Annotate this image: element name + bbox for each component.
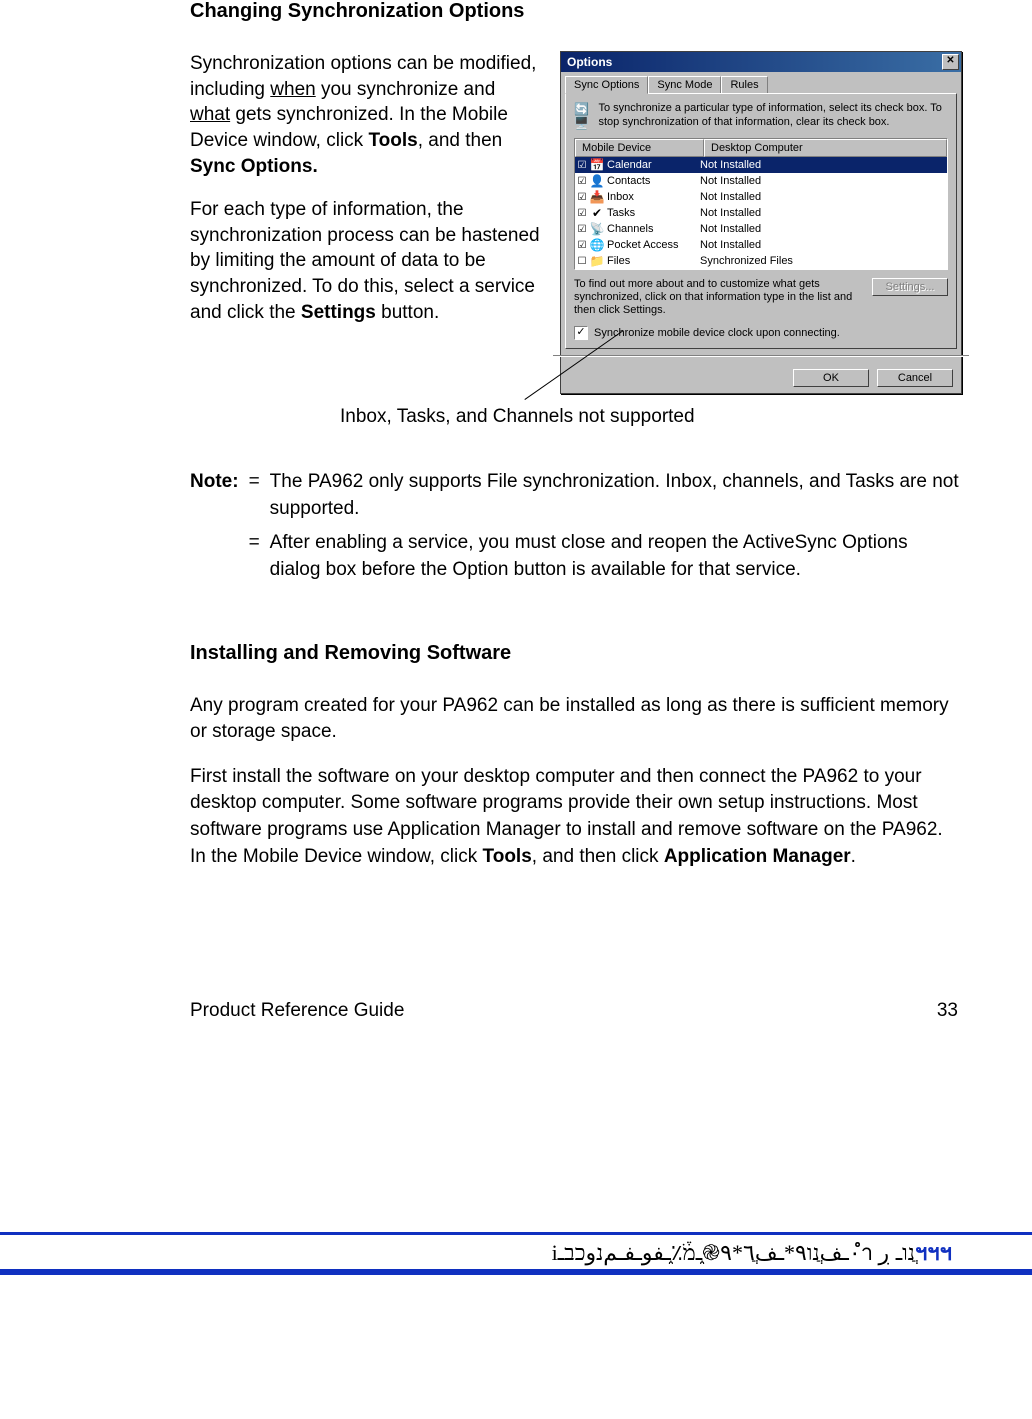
table-row[interactable]: ☑📡ChannelsNot Installed [575, 221, 947, 237]
row-device-label: Channels [605, 223, 692, 235]
note-item: After enabling a service, you must close… [270, 530, 962, 583]
text-tools: Tools [483, 846, 532, 867]
customize-help-text: To find out more about and to customize … [574, 278, 864, 318]
table-row[interactable]: ☑👤ContactsNot Installed [575, 173, 947, 189]
row-device-label: Tasks [605, 207, 692, 219]
settings-button[interactable]: Settings... [872, 278, 948, 296]
note-item: The PA962 only supports File synchroniza… [270, 469, 962, 522]
page-number: 33 [937, 1000, 958, 1022]
tab-sync-options[interactable]: Sync Options [565, 76, 648, 94]
tab-rules[interactable]: Rules [721, 76, 767, 93]
install-paragraph-1: Any program created for your PA962 can b… [190, 693, 962, 746]
row-status: Not Installed [692, 159, 947, 171]
row-icon: 📥 [589, 190, 605, 204]
divider [553, 355, 969, 357]
titlebar: Options ✕ [561, 52, 961, 72]
row-status: Not Installed [692, 191, 947, 203]
note-label: Note: [190, 469, 239, 591]
row-icon: 📡 [589, 222, 605, 236]
text: , and then [418, 130, 503, 151]
tab-panel-sync-options: 🔄🖥️ To synchronize a particular type of … [565, 93, 957, 349]
row-checkbox[interactable]: ☑ [575, 208, 589, 219]
row-status: Synchronized Files [692, 255, 947, 267]
row-icon: 🌐 [589, 238, 605, 252]
table-row[interactable]: ☑✔TasksNot Installed [575, 205, 947, 221]
text-app-manager: Application Manager [664, 846, 851, 867]
row-device-label: Contacts [605, 175, 692, 187]
info-text: To synchronize a particular type of info… [598, 102, 948, 130]
text: button. [376, 302, 439, 323]
text-sync-options: Sync Options. [190, 156, 318, 177]
row-checkbox[interactable]: ☑ [575, 224, 589, 235]
text: you synchronize and [316, 79, 496, 100]
table-row[interactable]: ☑🌐Pocket AccessNot Installed [575, 237, 947, 253]
pdf-footer-artifact: ฯฯฯ ֲנוـ ڔ ٠ำـفֲנו٩*ـفֲ٦*٩֎֑ـמֹ֒٪֑ـفوـفـ… [0, 1232, 1032, 1275]
row-status: Not Installed [692, 223, 947, 235]
note-block: Note: =The PA962 only supports File sync… [190, 469, 962, 591]
text-tools: Tools [368, 130, 417, 151]
intro-text: Synchronization options can be modified,… [190, 51, 540, 343]
row-device-label: Calendar [605, 159, 692, 171]
row-icon: ✔ [589, 206, 605, 220]
note-bullet: = [249, 469, 260, 522]
text-when: when [270, 79, 315, 100]
footer-title: Product Reference Guide [190, 1000, 404, 1022]
tab-sync-mode[interactable]: Sync Mode [648, 76, 721, 93]
row-icon: 👤 [589, 174, 605, 188]
dialog-buttons: OK Cancel [561, 363, 961, 393]
row-icon: 📅 [589, 158, 605, 172]
pdf-artifact-text: ֲנוـ ڔ ٠ำـفֲנו٩*ـفֲ٦*٩֎֑ـמֹ֒٪֑ـفوـفـمנوכ… [552, 1235, 915, 1270]
table-row[interactable]: ☐📁FilesSynchronized Files [575, 253, 947, 269]
table-row[interactable]: ☑📅CalendarNot Installed [575, 157, 947, 173]
row-status: Not Installed [692, 207, 947, 219]
clock-sync-label: Synchronize mobile device clock upon con… [594, 327, 840, 339]
table-row[interactable]: ☑📥InboxNot Installed [575, 189, 947, 205]
clock-sync-checkbox[interactable]: ✓ [574, 326, 588, 340]
clock-sync-checkbox-row[interactable]: ✓ Synchronize mobile device clock upon c… [574, 326, 948, 340]
row-checkbox[interactable]: ☑ [575, 240, 589, 251]
list-header: Mobile Device Desktop Computer [575, 139, 947, 157]
note-bullet: = [249, 530, 260, 583]
annotation-callout: Inbox, Tasks, and Channels not supported [340, 404, 962, 430]
text-settings: Settings [301, 302, 376, 323]
row-icon: 📁 [589, 254, 605, 268]
row-checkbox[interactable]: ☐ [575, 256, 589, 267]
sync-listbox: Mobile Device Desktop Computer ☑📅Calenda… [574, 138, 948, 270]
row-checkbox[interactable]: ☑ [575, 160, 589, 171]
row-checkbox[interactable]: ☑ [575, 176, 589, 187]
options-dialog: Options ✕ Sync Options Sync Mode Rules 🔄… [560, 51, 962, 394]
row-checkbox[interactable]: ☑ [575, 192, 589, 203]
header-mobile-device[interactable]: Mobile Device [575, 139, 704, 157]
cancel-button[interactable]: Cancel [877, 369, 953, 387]
section-heading-install: Installing and Removing Software [190, 642, 962, 665]
row-device-label: Pocket Access [605, 239, 692, 251]
close-button[interactable]: ✕ [942, 54, 959, 70]
row-device-label: Files [605, 255, 692, 267]
info-icon: 🔄🖥️ [574, 102, 590, 130]
tabs: Sync Options Sync Mode Rules [561, 72, 961, 93]
window-title: Options [567, 55, 612, 69]
row-status: Not Installed [692, 239, 947, 251]
pdf-artifact-lead: ฯฯฯ [915, 1235, 952, 1270]
page-footer: Product Reference Guide 33 [190, 1000, 962, 1022]
row-status: Not Installed [692, 175, 947, 187]
text-what: what [190, 104, 230, 125]
row-device-label: Inbox [605, 191, 692, 203]
section-heading-sync: Changing Synchronization Options [190, 0, 962, 23]
install-paragraph-2: First install the software on your deskt… [190, 764, 962, 870]
ok-button[interactable]: OK [793, 369, 869, 387]
header-desktop-computer[interactable]: Desktop Computer [704, 139, 947, 157]
